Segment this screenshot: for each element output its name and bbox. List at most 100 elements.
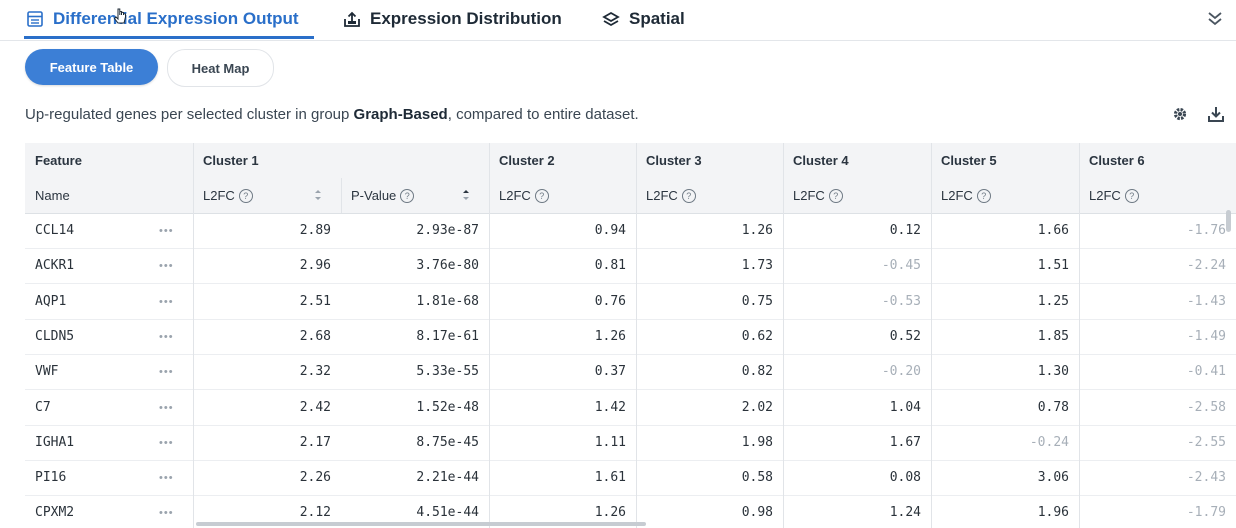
l2fc-cell: 0.94 [594,223,626,238]
download-icon[interactable] [1206,104,1226,124]
feature-name: CPXM2 [35,505,75,521]
l2fc-cell: 1.73 [741,258,773,274]
column-divider [489,143,490,528]
l2fc-cell: -2.43 [1186,470,1226,486]
column-divider [931,143,932,528]
table-row[interactable]: CLDN5 ••• 2.68 8.17e-61 1.26 0.62 0.52 1.85 -1.4… [25,319,1236,355]
l2fc-cell: -2.24 [1186,258,1226,274]
more-options-icon[interactable]: ••• [159,402,174,414]
more-options-icon[interactable]: ••• [159,331,174,343]
more-options-icon[interactable]: ••• [159,437,174,449]
header-l2fc-cluster-2[interactable]: L2FC? [489,178,636,213]
column-divider [783,143,784,528]
header-l2fc-cluster-5[interactable]: L2FC? [931,178,1079,213]
header-l2fc-cluster-4[interactable]: L2FC? [783,178,931,213]
l2fc-cell: -0.20 [881,364,921,380]
l2fc-cell: 0.82 [741,364,773,380]
table-description: Up-regulated genes per selected cluster … [25,106,639,123]
gear-icon[interactable] [1170,104,1190,124]
help-icon[interactable]: ? [534,188,549,203]
vertical-scrollbar[interactable] [1226,210,1231,232]
more-options-icon[interactable]: ••• [159,472,174,484]
table-row[interactable]: IGHA1 ••• 2.17 8.75e-45 1.11 1.98 1.67 -0.24 -2.… [25,425,1236,461]
l2fc-cell: 2.02 [741,399,773,415]
header-l2fc-cluster-3[interactable]: L2FC? [636,178,783,213]
table-row[interactable]: CCL14 ••• 2.89 2.93e-87 0.94 1.26 0.12 1.66 -1.7… [25,213,1236,249]
more-options-icon[interactable]: ••• [159,225,174,237]
mouse-pointer-icon [113,8,127,26]
sort-icon[interactable] [313,187,323,203]
feature-name: IGHA1 [35,434,75,450]
header-cluster-6: Cluster 6 [1089,153,1145,168]
header-l2fc-cluster-1[interactable]: L2FC? [193,178,341,213]
sort-descending-icon[interactable] [461,187,471,203]
l2fc-cell: 1.26 [594,328,626,344]
feature-name: CCL14 [35,223,75,238]
tab-spatial[interactable]: Spatial [602,0,685,38]
help-icon[interactable]: ? [828,188,843,203]
help-icon[interactable]: ? [681,188,696,203]
l2fc-cell: 0.75 [741,293,773,309]
more-options-icon[interactable]: ••• [159,260,174,272]
tab-label: Spatial [629,9,685,28]
l2fc-cell: -1.43 [1186,293,1226,309]
l2fc-cell: 2.68 [299,328,331,344]
table-row[interactable]: C7 ••• 2.42 1.52e-48 1.42 2.02 1.04 0.78 -2.58 [25,390,1236,426]
header-feature: Feature [35,153,82,168]
feature-name: ACKR1 [35,258,75,274]
pvalue-cell: 8.75e-45 [416,434,479,450]
more-options-icon[interactable]: ••• [159,366,174,378]
l2fc-cell: 1.25 [1037,293,1069,309]
column-divider [636,143,637,528]
l2fc-cell: 0.98 [741,505,773,521]
more-options-icon[interactable]: ••• [159,296,174,308]
l2fc-cell: 2.32 [299,364,331,380]
heat-map-button[interactable]: Heat Map [167,49,274,87]
l2fc-cell: 1.67 [889,434,921,450]
l2fc-cell: 1.11 [594,434,626,450]
table-group-header: Feature Cluster 1 Cluster 2 Cluster 3 Cl… [25,143,1236,178]
header-l2fc-cluster-6[interactable]: L2FC? [1079,178,1236,213]
feature-table: Feature Cluster 1 Cluster 2 Cluster 3 Cl… [25,143,1236,528]
help-icon[interactable]: ? [400,188,415,203]
l2fc-cell: 0.58 [741,470,773,486]
l2fc-cell: 0.52 [889,328,921,344]
feature-name: VWF [35,364,59,380]
header-cluster-2: Cluster 2 [499,153,555,168]
tab-label: Expression Distribution [370,9,562,28]
feature-name: PI16 [35,470,67,486]
column-divider [193,143,194,528]
feature-name: CLDN5 [35,328,75,344]
header-cluster-1: Cluster 1 [203,153,259,168]
horizontal-scrollbar[interactable] [196,522,646,526]
chart-upload-icon [343,10,361,28]
header-pvalue-cluster-1[interactable]: P-Value? [341,178,489,213]
pvalue-cell: 1.52e-48 [416,399,479,415]
l2fc-cell: 2.96 [299,258,331,274]
help-icon[interactable]: ? [976,188,991,203]
tab-label: Differential Expression Output [53,9,299,28]
pvalue-cell: 1.81e-68 [416,293,479,309]
table-row[interactable]: VWF ••• 2.32 5.33e-55 0.37 0.82 -0.20 1.30 -0.41 [25,354,1236,391]
tab-expression-distribution[interactable]: Expression Distribution [343,0,562,38]
l2fc-cell: 1.98 [741,434,773,450]
l2fc-cell: -0.24 [1029,434,1069,450]
l2fc-cell: 2.17 [299,434,331,450]
feature-table-button[interactable]: Feature Table [25,49,158,85]
pvalue-cell: 2.93e-87 [416,223,479,238]
l2fc-cell: 1.61 [594,470,626,486]
table-row[interactable]: PI16 ••• 2.26 2.21e-44 1.61 0.58 0.08 3.06 -2.43 [25,460,1236,497]
l2fc-cell: 0.62 [741,328,773,344]
table-row[interactable]: AQP1 ••• 2.51 1.81e-68 0.76 0.75 -0.53 1.25 -1.4… [25,284,1236,320]
help-icon[interactable]: ? [238,188,253,203]
l2fc-cell: 1.04 [889,399,921,415]
collapse-chevrons-icon[interactable] [1204,8,1226,30]
layers-icon [602,10,620,28]
l2fc-cell: 0.78 [1037,399,1069,415]
help-icon[interactable]: ? [1124,188,1139,203]
l2fc-cell: 1.85 [1037,328,1069,344]
tab-differential-expression-output[interactable]: Differential Expression Output [26,0,299,38]
table-row[interactable]: ACKR1 ••• 2.96 3.76e-80 0.81 1.73 -0.45 1.51 -2.… [25,248,1236,285]
more-options-icon[interactable]: ••• [159,507,174,519]
group-name: Graph-Based [353,106,448,123]
